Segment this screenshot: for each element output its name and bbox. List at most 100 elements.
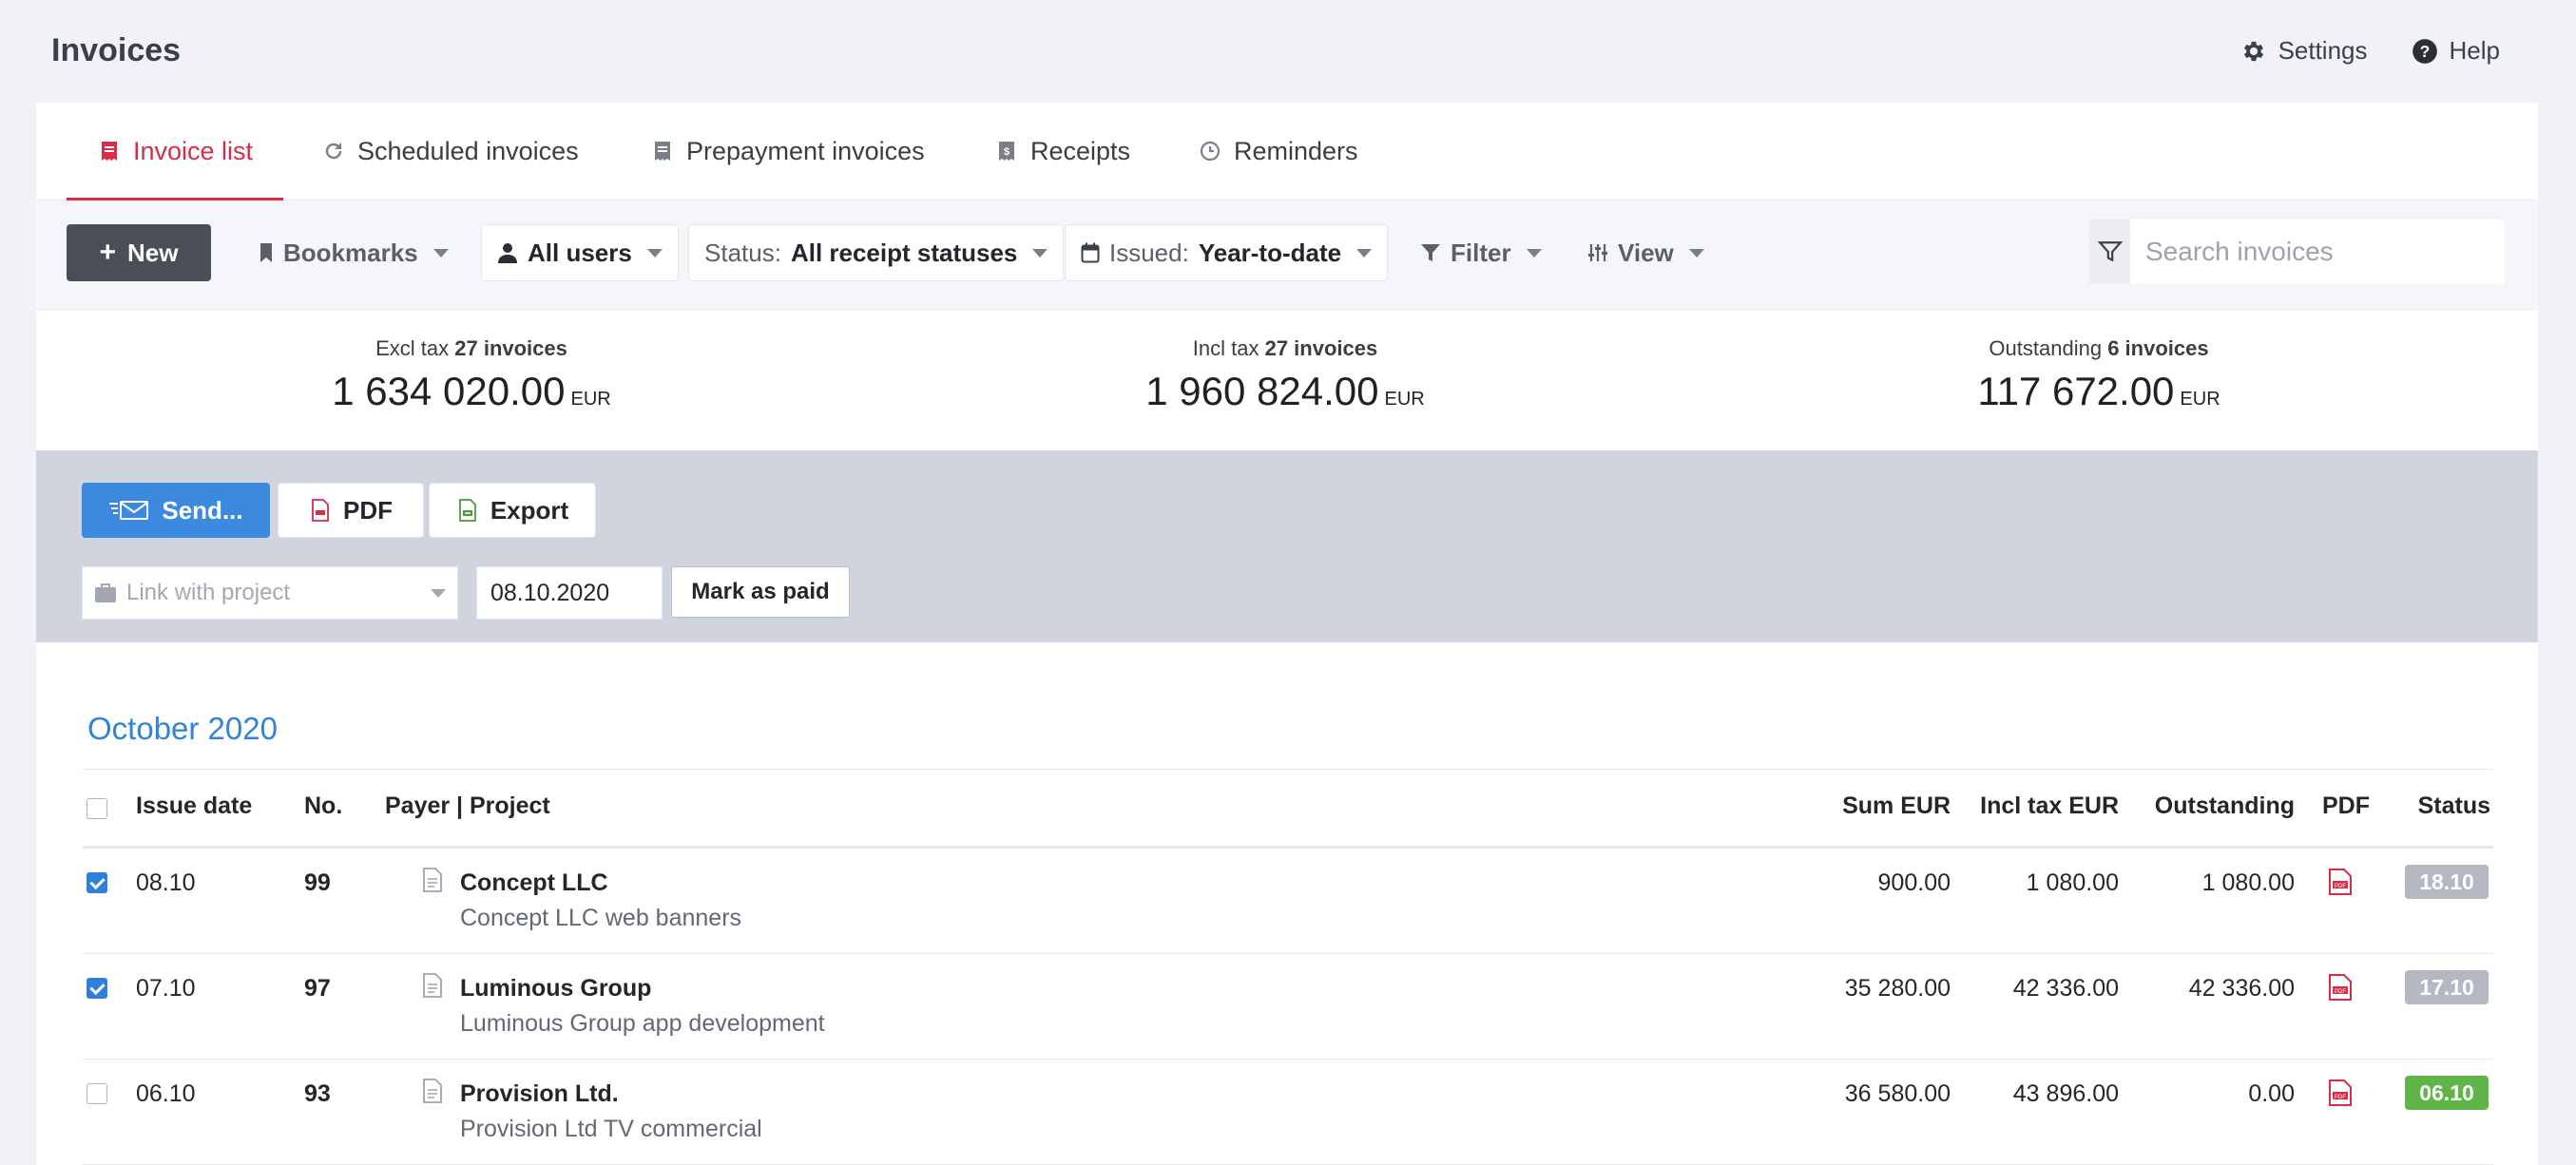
project-name: Luminous Group app development — [460, 1010, 825, 1037]
document-icon — [423, 868, 442, 892]
view-dropdown[interactable]: View — [1587, 224, 1704, 281]
table-row[interactable]: 08.10 99 Concept LLC Concept LLC web ban… — [83, 849, 2493, 954]
chevron-down-icon — [1032, 248, 1048, 258]
tab-reminders[interactable]: Reminders — [1200, 103, 1358, 200]
table-row[interactable]: 07.10 97 Luminous Group Luminous Group a… — [83, 954, 2493, 1060]
row-checkbox[interactable] — [87, 978, 107, 999]
export-button[interactable]: Export — [429, 483, 596, 538]
search-input[interactable] — [2130, 220, 2504, 284]
send-label: Send... — [162, 495, 243, 525]
project-select[interactable]: Link with project — [82, 566, 458, 620]
settings-label: Settings — [2278, 36, 2368, 65]
sum-value: 36 580.00 — [1844, 1080, 1951, 1107]
row-checkbox[interactable] — [87, 1083, 107, 1104]
bookmarks-label: Bookmarks — [283, 238, 418, 267]
row-checkbox[interactable] — [87, 872, 107, 893]
help-button[interactable]: ? Help — [2412, 36, 2500, 66]
document-icon — [423, 1079, 442, 1103]
summary-count: 27 invoices — [1264, 336, 1378, 360]
project-placeholder: Link with project — [126, 580, 291, 605]
pdf-icon[interactable]: PDF — [2326, 1079, 2355, 1107]
pdf-button[interactable]: PDF — [278, 483, 424, 538]
header-incl-tax[interactable]: Incl tax EUR — [1965, 793, 2119, 820]
summary-count: 6 invoices — [2107, 336, 2209, 360]
select-all-checkbox[interactable] — [87, 798, 107, 819]
chevron-down-icon — [1688, 248, 1704, 258]
summary-count: 27 invoices — [454, 336, 567, 360]
funnel-outline-icon — [2097, 241, 2123, 262]
header-outstanding[interactable]: Outstanding — [2128, 793, 2295, 820]
status-value: All receipt statuses — [790, 238, 1018, 267]
tab-label: Invoice list — [133, 136, 254, 165]
header-number[interactable]: No. — [304, 793, 342, 820]
header-payer-project[interactable]: Payer | Project — [385, 793, 550, 820]
status-badge: 17.10 — [2405, 970, 2489, 1004]
search-box — [2089, 220, 2504, 284]
users-dropdown[interactable]: All users — [481, 224, 679, 281]
svg-text:PDF: PDF — [2335, 989, 2346, 995]
mark-as-paid-button[interactable]: Mark as paid — [671, 566, 850, 618]
help-label: Help — [2449, 36, 2500, 65]
bulk-action-panel: Send... PDF Export Link with project Mar… — [36, 450, 2538, 642]
payer-name[interactable]: Luminous Group — [460, 975, 651, 1003]
tab-scheduled-invoices[interactable]: Scheduled invoices — [323, 103, 579, 200]
toolbar: + New Bookmarks All users Status: All re… — [36, 201, 2538, 310]
plus-icon: + — [99, 237, 117, 268]
pdf-icon[interactable]: PDF — [2326, 973, 2355, 1002]
payer-name[interactable]: Provision Ltd. — [460, 1080, 619, 1108]
bookmarks-dropdown[interactable]: Bookmarks — [259, 224, 449, 281]
pdf-icon[interactable]: PDF — [2326, 868, 2355, 896]
new-label: New — [127, 238, 179, 267]
svg-text:PDF: PDF — [2335, 1095, 2346, 1100]
project-name: Provision Ltd TV commercial — [460, 1116, 762, 1142]
header-pdf: PDF — [2322, 793, 2370, 819]
tab-label: Prepayment invoices — [686, 136, 925, 165]
top-actions: Settings ? Help — [2240, 36, 2500, 66]
summary-bar: Excl tax 27 invoices 1 634 020.00 EUR Inc… — [36, 310, 2538, 450]
status-dropdown[interactable]: Status: All receipt statuses — [688, 224, 1065, 281]
bookmark-icon — [260, 243, 272, 262]
filter-dropdown[interactable]: Filter — [1420, 224, 1542, 281]
summary-value-row: 117 672.00 EUR — [1833, 369, 2365, 414]
header-issue-date[interactable]: Issue date — [136, 793, 252, 820]
outstanding-value: 0.00 — [2248, 1080, 2295, 1107]
invoice-number: 97 — [304, 975, 331, 1002]
summary-currency: EUR — [1384, 389, 1425, 410]
tab-label: Receipts — [1030, 136, 1131, 165]
gear-icon — [2243, 41, 2263, 61]
payer-name[interactable]: Concept LLC — [460, 869, 608, 897]
payment-date-input[interactable] — [476, 566, 663, 620]
header-status[interactable]: Status — [2393, 793, 2490, 820]
invoice-icon — [655, 142, 670, 161]
refresh-icon — [325, 143, 342, 160]
pdf-file-icon — [312, 499, 329, 522]
funnel-icon — [1421, 244, 1440, 261]
header-sum[interactable]: Sum EUR — [1756, 793, 1951, 820]
document-icon — [423, 973, 442, 998]
chevron-down-icon — [431, 588, 446, 598]
tab-invoice-list[interactable]: Invoice list — [67, 103, 284, 201]
issued-dropdown[interactable]: Issued: Year-to-date — [1065, 224, 1389, 281]
export-label: Export — [490, 495, 569, 525]
new-button[interactable]: + New — [67, 224, 211, 281]
issue-date: 07.10 — [136, 975, 196, 1002]
search-filter-button[interactable] — [2089, 220, 2130, 284]
settings-button[interactable]: Settings — [2240, 36, 2368, 66]
summary-value: 1 634 020.00 — [332, 369, 566, 413]
pdf-label: PDF — [343, 495, 393, 525]
top-bar: Invoices Settings ? Help — [0, 0, 2576, 103]
send-button[interactable]: Send... — [82, 483, 270, 538]
summary-value-row: 1 960 824.00 EUR — [1019, 369, 1551, 414]
sum-value: 35 280.00 — [1844, 975, 1951, 1002]
summary-incl-tax: Incl tax 27 invoices 1 960 824.00 EUR — [1019, 336, 1551, 414]
outstanding-value: 42 336.00 — [2188, 975, 2295, 1002]
briefcase-icon — [95, 583, 116, 602]
summary-value: 1 960 824.00 — [1145, 369, 1379, 413]
sliders-icon — [1588, 244, 1607, 261]
tab-prepayment-invoices[interactable]: Prepayment invoices — [652, 103, 925, 200]
view-label: View — [1618, 238, 1674, 267]
table-row[interactable]: 06.10 93 Provision Ltd. Provision Ltd TV… — [83, 1060, 2493, 1165]
status-badge: 18.10 — [2405, 865, 2489, 899]
tab-receipts[interactable]: $ Receipts — [996, 103, 1130, 200]
summary-caption: Excl tax 27 invoices — [205, 336, 738, 361]
